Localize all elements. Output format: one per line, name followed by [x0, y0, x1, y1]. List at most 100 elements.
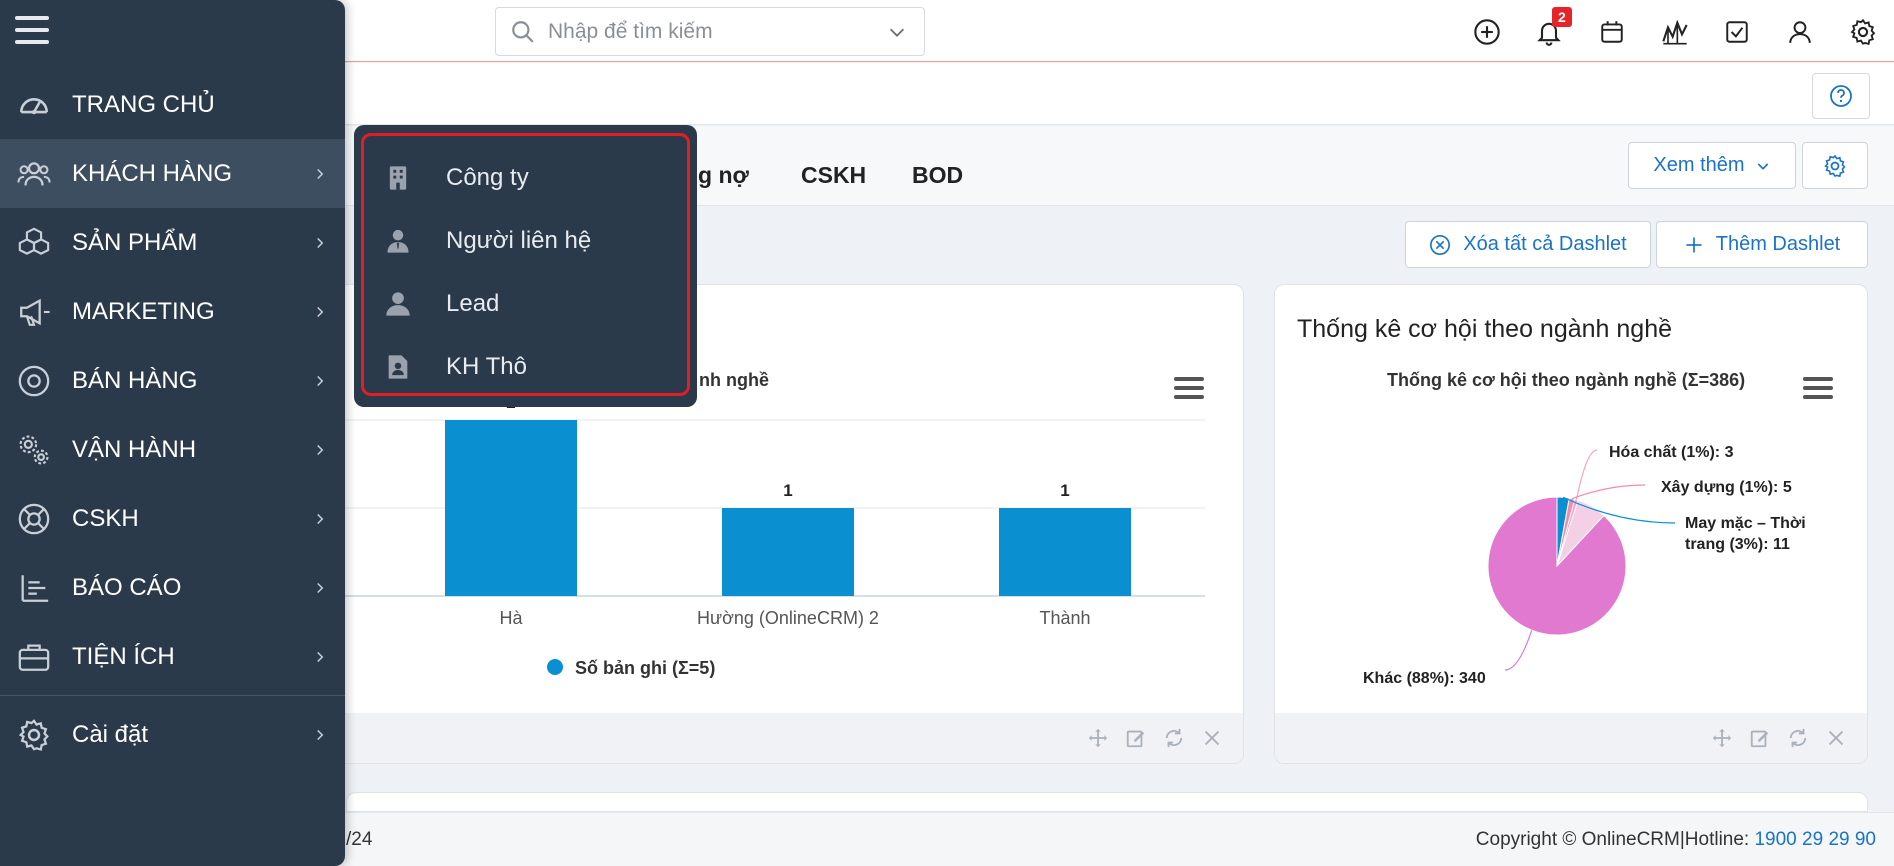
leader-line	[1504, 630, 1533, 671]
notifications-button[interactable]: 2	[1518, 7, 1581, 50]
chevron-right-icon	[317, 582, 324, 594]
sidebar-item-khach-hang[interactable]: KHÁCH HÀNG	[0, 139, 345, 208]
chevron-right-icon	[317, 651, 324, 663]
chevron-right-icon	[317, 375, 324, 387]
next-dashlet	[346, 792, 1868, 812]
sidebar-item-label: BÁN HÀNG	[72, 366, 198, 394]
user-icon	[1789, 21, 1811, 43]
slice-label: trang (3%): 11	[1685, 536, 1790, 553]
xem-them-button[interactable]: Xem thêm	[1628, 142, 1796, 189]
submenu-item-nguoi-lien-he[interactable]: Người liên hệ	[364, 209, 687, 272]
sidebar-item-label: KHÁCH HÀNG	[72, 159, 233, 187]
users-icon	[17, 161, 51, 185]
xem-them-label: Xem thêm	[1653, 154, 1745, 176]
contact-person-icon	[387, 229, 409, 253]
search-input[interactable]	[548, 8, 886, 55]
sidebar-item-label: MARKETING	[72, 297, 215, 325]
pie-chart-dashlet: Thống kê cơ hội theo ngành nghề Thống kê…	[1274, 284, 1868, 764]
tasks-button[interactable]	[1706, 14, 1769, 50]
chevron-right-icon	[317, 168, 324, 180]
sidebar-item-van-hanh[interactable]: VẬN HÀNH	[0, 415, 345, 484]
submenu-item-label: Người liên hệ	[446, 226, 592, 254]
top-icons: 2	[1455, 7, 1894, 50]
edit-icon[interactable]	[1125, 727, 1147, 749]
submenu-item-kh-tho[interactable]: KH Thô	[364, 335, 687, 398]
sidebar-item-label: CSKH	[72, 504, 139, 532]
settings-button[interactable]	[1831, 14, 1894, 50]
help-button[interactable]	[1812, 73, 1870, 119]
chevron-down-icon[interactable]	[886, 21, 908, 43]
profile-button[interactable]	[1769, 14, 1832, 50]
sidebar-item-trang-chu[interactable]: TRANG CHỦ	[0, 70, 345, 139]
chevron-right-icon	[317, 513, 324, 525]
close-circle-icon	[1430, 234, 1451, 255]
legend-label: Số bản ghi (Σ=5)	[575, 658, 715, 678]
clear-dashlets-button[interactable]: Xóa tất cả Dashlet	[1405, 221, 1651, 268]
sidebar-nav: TRANG CHỦ KHÁCH HÀNG SẢN PHẨM MARKETING …	[0, 70, 345, 769]
id-card-icon	[388, 354, 408, 379]
sidebar-item-marketing[interactable]: MARKETING	[0, 277, 345, 346]
building-icon	[389, 165, 407, 190]
add-button[interactable]	[1455, 14, 1518, 50]
sidebar-item-cai-dat[interactable]: Cài đặt	[0, 700, 345, 769]
gear-icon	[1824, 154, 1846, 177]
plus-circle-icon	[1473, 19, 1500, 45]
chevron-right-icon	[317, 444, 324, 456]
search-icon	[512, 20, 534, 43]
sidebar-item-label: TRANG CHỦ	[72, 90, 215, 118]
bar	[722, 508, 854, 596]
move-icon[interactable]	[1087, 727, 1109, 749]
dashlet-toolbar	[297, 713, 1243, 763]
refresh-icon[interactable]	[1787, 727, 1809, 749]
dashboard-settings-button[interactable]	[1802, 142, 1868, 189]
legend-marker	[547, 659, 563, 675]
sidebar-item-label: Cài đặt	[72, 720, 149, 748]
leader-line	[1571, 484, 1646, 500]
chevron-down-icon	[1757, 162, 1768, 170]
submenu-item-cong-ty[interactable]: Công ty	[364, 146, 687, 209]
sidebar-item-tien-ich[interactable]: TIỆN ÍCH	[0, 622, 345, 691]
close-icon[interactable]	[1825, 727, 1847, 749]
submenu-item-lead[interactable]: Lead	[364, 272, 687, 335]
search-box[interactable]	[495, 7, 925, 56]
data-label: 1	[1060, 481, 1069, 500]
sidebar: TRANG CHỦ KHÁCH HÀNG SẢN PHẨM MARKETING …	[0, 0, 345, 866]
chevron-right-icon	[317, 729, 324, 741]
sidebar-item-label: SẢN PHẨM	[72, 228, 198, 256]
sidebar-item-bao-cao[interactable]: BÁO CÁO	[0, 553, 345, 622]
megaphone-icon	[20, 298, 50, 326]
khach-hang-submenu: Công ty Người liên hệ Lead KH Thô	[354, 125, 697, 407]
gear-icon	[18, 718, 49, 751]
slice-label: Hóa chất (1%): 3	[1609, 444, 1734, 461]
hamburger-menu-icon[interactable]	[15, 16, 49, 46]
move-icon[interactable]	[1711, 727, 1733, 749]
tab-cskh[interactable]: CSKH	[801, 162, 866, 189]
lifebuoy-icon	[18, 503, 50, 534]
question-circle-icon	[1830, 85, 1852, 107]
add-dashlet-button[interactable]: Thêm Dashlet	[1656, 221, 1868, 268]
submenu-item-label: KH Thô	[446, 352, 527, 380]
pie-slice	[1487, 496, 1627, 636]
chevron-right-icon	[317, 237, 324, 249]
version-text: /24	[346, 829, 373, 850]
slice-label: Khác (88%): 340	[1363, 670, 1486, 687]
sidebar-item-ban-hang[interactable]: BÁN HÀNG	[0, 346, 345, 415]
submenu-highlight: Công ty Người liên hệ Lead KH Thô	[361, 133, 690, 396]
stats-button[interactable]	[1643, 14, 1706, 50]
submenu-item-label: Công ty	[446, 163, 529, 191]
pie-chart: Hóa chất (1%): 3 Xây dựng (1%): 5 May mặc …	[1363, 444, 1806, 687]
briefcase-icon	[18, 644, 50, 671]
close-icon[interactable]	[1201, 727, 1223, 749]
report-icon	[21, 574, 49, 602]
calendar-button[interactable]	[1581, 14, 1644, 50]
gear-icon	[1850, 18, 1875, 46]
hotline-link[interactable]: 1900 29 29 90	[1754, 829, 1876, 850]
refresh-icon[interactable]	[1163, 727, 1185, 749]
edit-icon[interactable]	[1749, 727, 1771, 749]
sidebar-item-san-pham[interactable]: SẢN PHẨM	[0, 208, 345, 277]
person-icon	[386, 291, 410, 316]
notification-badge: 2	[1551, 7, 1572, 27]
tab-bod[interactable]: BOD	[912, 162, 963, 189]
checkbox-icon	[1726, 21, 1749, 43]
sidebar-item-cskh[interactable]: CSKH	[0, 484, 345, 553]
